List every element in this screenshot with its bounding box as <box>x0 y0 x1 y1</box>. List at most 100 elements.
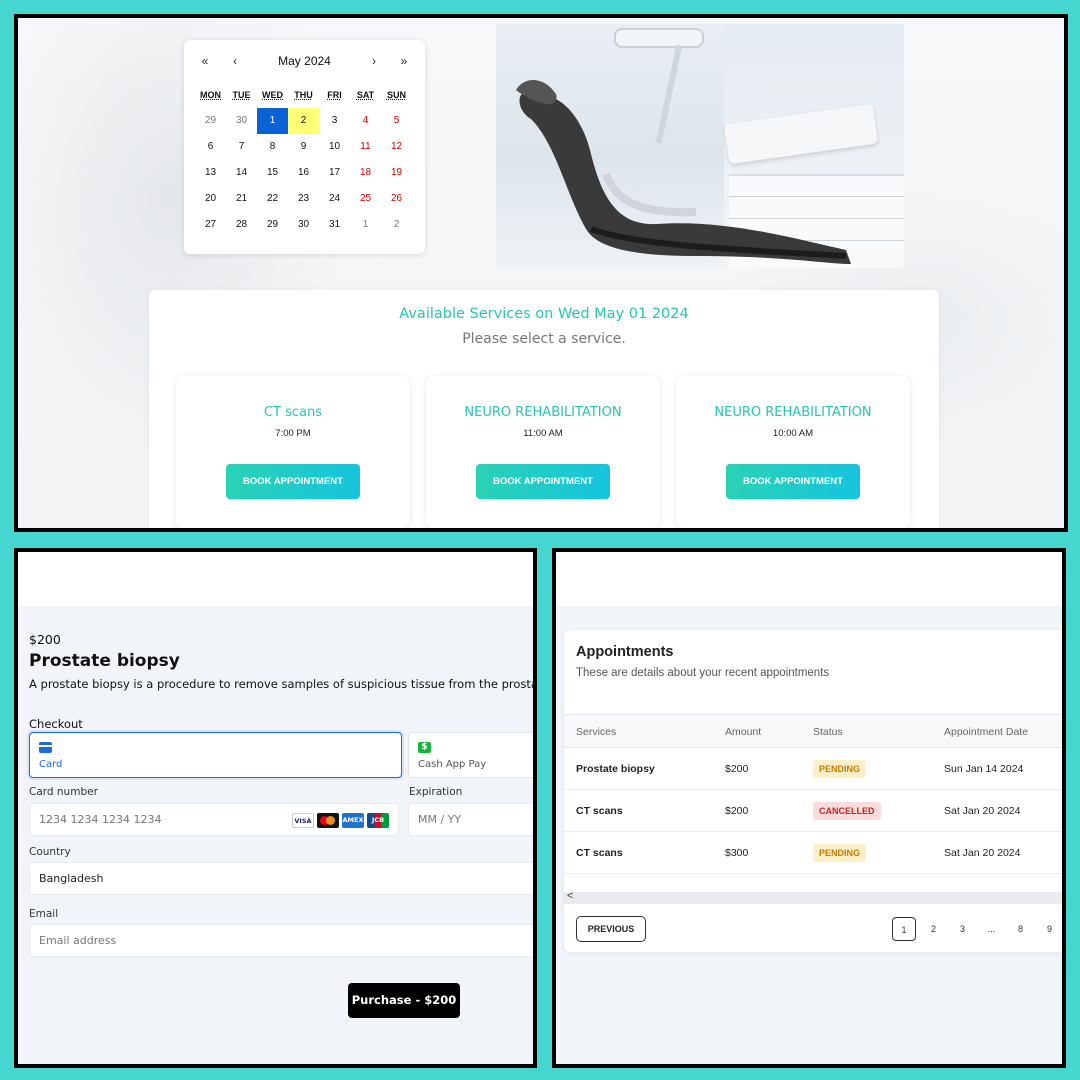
calendar-day[interactable]: 27 <box>195 212 226 238</box>
date-picker-calendar: « ‹ May 2024 › » MON TUE WED THU FRI SAT… <box>184 40 425 254</box>
calendar-day[interactable]: 4 <box>350 108 381 134</box>
expiration-label: Expiration <box>409 786 463 798</box>
row-date: Sat Jan 20 2024 <box>944 805 1021 817</box>
appointments-panel: Appointments These are details about you… <box>552 548 1066 1068</box>
weekday-header: TUE <box>232 90 251 100</box>
service-time: 11:00 AM <box>523 428 563 439</box>
calendar-day[interactable]: 29 <box>195 108 226 134</box>
cash-app-icon: $ <box>418 742 431 753</box>
service-name: NEURO REHABILITATION <box>464 405 622 420</box>
calendar-day[interactable]: 24 <box>319 186 350 212</box>
payment-method-label: Card <box>39 759 63 770</box>
calendar-day[interactable]: 30 <box>288 212 319 238</box>
payment-method-card[interactable]: Card <box>29 732 402 778</box>
page-button[interactable]: 3 <box>948 917 977 941</box>
previous-page-button[interactable]: PREVIOUS <box>576 916 646 942</box>
page-button[interactable]: 8 <box>1006 917 1035 941</box>
horizontal-scrollbar[interactable]: < <box>564 890 1062 904</box>
book-appointment-button[interactable]: BOOK APPOINTMENT <box>476 464 610 499</box>
calendar-day-highlighted[interactable]: 2 <box>288 108 319 134</box>
calendar-day[interactable]: 25 <box>350 186 381 212</box>
page-button[interactable]: 9 <box>1035 917 1062 941</box>
status-badge: CANCELLED <box>813 802 881 820</box>
row-amount: $300 <box>725 847 749 859</box>
calendar-day[interactable]: 11 <box>350 134 381 160</box>
table-row[interactable]: CT scans $300 PENDING Sat Jan 20 2024 <box>564 832 1062 874</box>
card-number-label: Card number <box>29 786 98 798</box>
country-select[interactable]: Bangladesh <box>29 862 533 895</box>
calendar-month-label[interactable]: May 2024 <box>250 54 359 68</box>
status-badge: PENDING <box>813 844 867 862</box>
prev-year-button[interactable]: « <box>190 54 220 68</box>
calendar-day[interactable]: 5 <box>381 108 412 134</box>
column-header-services: Services <box>576 726 617 738</box>
weekday-header: THU <box>294 90 313 100</box>
mastercard-icon <box>317 813 339 828</box>
calendar-day[interactable]: 10 <box>319 134 350 160</box>
available-services-card: Available Services on Wed May 01 2024 Pl… <box>149 290 939 528</box>
row-date: Sat Jan 20 2024 <box>944 847 1021 859</box>
credit-card-icon <box>39 742 52 753</box>
calendar-day[interactable]: 6 <box>195 134 226 160</box>
calendar-day[interactable]: 31 <box>319 212 350 238</box>
payment-method-cash-app[interactable]: $ Cash App Pay <box>408 732 533 778</box>
row-date: Sun Jan 14 2024 <box>944 763 1024 775</box>
scroll-left-icon[interactable]: < <box>567 890 573 902</box>
calendar-day[interactable]: 29 <box>257 212 288 238</box>
calendar-day[interactable]: 15 <box>257 160 288 186</box>
table-row[interactable]: Prostate biopsy $200 PENDING Sun Jan 14 … <box>564 748 1062 790</box>
calendar-day[interactable]: 13 <box>195 160 226 186</box>
column-header-status: Status <box>813 726 843 738</box>
service-list: CT scans 7:00 PM BOOK APPOINTMENT NEURO … <box>176 376 910 528</box>
calendar-day[interactable]: 20 <box>195 186 226 212</box>
service-name: CT scans <box>263 405 323 420</box>
book-appointment-button[interactable]: BOOK APPOINTMENT <box>726 464 860 499</box>
calendar-day[interactable]: 28 <box>226 212 257 238</box>
calendar-day[interactable]: 18 <box>350 160 381 186</box>
table-row[interactable]: CT scans $200 CANCELLED Sat Jan 20 2024 <box>564 790 1062 832</box>
services-subheading: Please select a service. <box>462 331 626 347</box>
page-button-current[interactable]: 1 <box>892 917 916 941</box>
card-brand-list: VISA AMEX JCB <box>292 813 389 828</box>
calendar-day-selected[interactable]: 1 <box>257 108 288 134</box>
calendar-day[interactable]: 9 <box>288 134 319 160</box>
appointments-subtitle: These are details about your recent appo… <box>576 667 830 679</box>
calendar-day[interactable]: 23 <box>288 186 319 212</box>
calendar-day[interactable]: 30 <box>226 108 257 134</box>
calendar-day[interactable]: 16 <box>288 160 319 186</box>
calendar-day[interactable]: 2 <box>381 212 412 238</box>
weekday-header: FRI <box>327 90 342 100</box>
calendar-day[interactable]: 17 <box>319 160 350 186</box>
next-month-button[interactable]: › <box>359 54 389 68</box>
calendar-day[interactable]: 19 <box>381 160 412 186</box>
calendar-day[interactable]: 8 <box>257 134 288 160</box>
appointments-card: Appointments These are details about you… <box>564 630 1062 952</box>
amex-icon: AMEX <box>342 813 364 828</box>
weekday-header: SAT <box>356 90 375 100</box>
prev-month-button[interactable]: ‹ <box>220 54 250 68</box>
column-header-amount: Amount <box>725 726 762 738</box>
calendar-day[interactable]: 3 <box>319 108 350 134</box>
next-year-button[interactable]: » <box>389 54 419 68</box>
calendar-day[interactable]: 1 <box>350 212 381 238</box>
calendar-day[interactable]: 26 <box>381 186 412 212</box>
checkout-top-bar <box>18 552 533 606</box>
calendar-day[interactable]: 14 <box>226 160 257 186</box>
checkout-panel: $200 Prostate biopsy A prostate biopsy i… <box>14 548 537 1068</box>
calendar-day[interactable]: 7 <box>226 134 257 160</box>
expiration-input[interactable]: MM / YY <box>408 803 533 836</box>
appointments-top-bar <box>556 552 1062 606</box>
calendar-day[interactable]: 12 <box>381 134 412 160</box>
weekday-header: SUN <box>386 90 406 100</box>
calendar-day[interactable]: 21 <box>226 186 257 212</box>
product-description: A prostate biopsy is a procedure to remo… <box>29 677 537 691</box>
page-button[interactable]: 2 <box>919 917 948 941</box>
dental-clinic-photo <box>496 24 904 268</box>
purchase-button[interactable]: Purchase - $200 <box>348 983 460 1018</box>
book-appointment-button[interactable]: BOOK APPOINTMENT <box>226 464 360 499</box>
service-card: CT scans 7:00 PM BOOK APPOINTMENT <box>176 376 410 528</box>
payment-method-label: Cash App Pay <box>418 759 487 770</box>
calendar-day[interactable]: 22 <box>257 186 288 212</box>
card-number-input[interactable]: 1234 1234 1234 1234 VISA AMEX JCB <box>29 803 399 836</box>
email-input[interactable]: Email address <box>29 924 533 957</box>
